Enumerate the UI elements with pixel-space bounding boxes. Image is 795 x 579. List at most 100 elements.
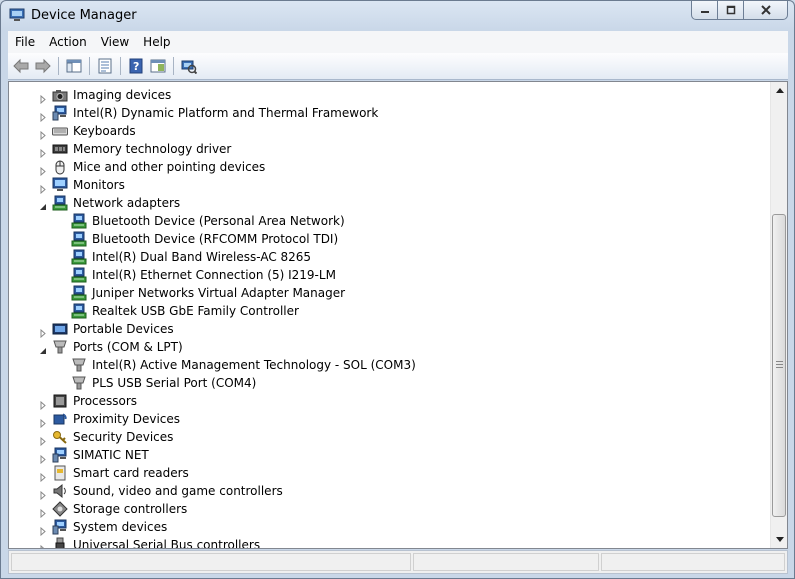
expand-arrow-collapsed-icon[interactable] [39,181,47,195]
tree-item-label: Proximity Devices [73,412,181,426]
expand-arrow-collapsed-icon[interactable] [39,163,47,177]
window-controls [691,1,788,21]
expand-arrow-collapsed-icon[interactable] [39,145,47,159]
toolbar-separator [173,57,174,75]
tree-category[interactable]: Network adapters [9,194,771,212]
menu-help[interactable]: Help [136,31,177,53]
menu-action[interactable]: Action [42,31,94,53]
tree-category[interactable]: Universal Serial Bus controllers [9,536,771,548]
tree-category[interactable]: Processors [9,392,771,411]
update-driver-button[interactable] [147,55,169,77]
scan-hardware-changes-button[interactable] [178,55,200,77]
expand-arrow-collapsed-icon[interactable] [39,415,47,429]
properties-icon [98,58,112,74]
tree-device[interactable]: Bluetooth Device (RFCOMM Protocol TDI) [9,230,771,248]
expand-arrow-collapsed-icon[interactable] [39,109,47,123]
tree-item-label: Bluetooth Device (RFCOMM Protocol TDI) [92,232,339,246]
update-driver-icon [150,59,166,73]
tree-item-label: Intel(R) Dynamic Platform and Thermal Fr… [73,106,379,120]
tree-category[interactable]: Smart card readers [9,464,771,483]
status-section [413,553,599,571]
memory-icon [52,141,68,157]
tree-item-label: Sound, video and game controllers [73,484,283,498]
tree-category[interactable]: Monitors [9,176,771,195]
network-adapter-icon [71,267,87,283]
chevron-down-icon [775,537,784,542]
tree-category[interactable]: Ports (COM & LPT) [9,338,771,356]
network-adapter-icon [71,285,87,301]
tree-device[interactable]: Intel(R) Ethernet Connection (5) I219-LM [9,266,771,284]
tree-device[interactable]: Bluetooth Device (Personal Area Network) [9,212,771,230]
expand-arrow-collapsed-icon[interactable] [39,433,47,447]
expand-arrow-collapsed-icon[interactable] [39,451,47,465]
tree-category[interactable]: Proximity Devices [9,410,771,429]
show-hide-console-tree-button[interactable] [63,55,85,77]
scroll-up-button[interactable] [771,82,787,99]
back-button[interactable] [10,55,32,77]
tree-device[interactable]: Intel(R) Dual Band Wireless-AC 8265 [9,248,771,266]
device-tree: Imaging devices Intel(R) Dynamic Platform… [9,86,771,548]
window-title: Device Manager [31,8,137,23]
console-tree-icon [66,59,82,73]
tree-item-label: Network adapters [73,196,181,210]
expand-arrow-expanded-icon[interactable] [39,199,47,210]
tree-category[interactable]: Intel(R) Dynamic Platform and Thermal Fr… [9,104,771,123]
chevron-up-icon [775,88,784,93]
help-button[interactable]: ? [125,55,147,77]
expand-arrow-collapsed-icon[interactable] [39,505,47,519]
scroll-grip-line [776,364,783,365]
scrollbar-thumb[interactable] [772,214,786,517]
menu-view[interactable]: View [94,31,136,53]
smart-card-icon [52,465,68,481]
tree-category[interactable]: SIMATIC NET [9,446,771,465]
toolbar-separator [89,57,90,75]
tree-device[interactable]: Intel(R) Active Management Technology - … [9,356,771,374]
toolbar: ? [8,53,788,80]
expand-arrow-collapsed-icon[interactable] [39,91,47,105]
vertical-scrollbar[interactable] [770,82,787,548]
title-bar[interactable]: Device Manager [1,1,794,31]
processor-icon [52,393,68,409]
device-manager-window: Device Manager File Action View Help ? I… [0,0,795,579]
expand-arrow-collapsed-icon[interactable] [39,523,47,537]
expand-arrow-collapsed-icon[interactable] [39,127,47,141]
expand-arrow-collapsed-icon[interactable] [39,397,47,411]
tree-category[interactable]: Memory technology driver [9,140,771,159]
forward-button[interactable] [32,55,54,77]
tree-item-label: Security Devices [73,430,174,444]
tree-category[interactable]: Mice and other pointing devices [9,158,771,177]
tree-category[interactable]: System devices [9,518,771,537]
maximize-button[interactable] [718,1,744,20]
properties-button[interactable] [94,55,116,77]
tree-item-label: Intel(R) Active Management Technology - … [92,358,416,372]
tree-device[interactable]: Juniper Networks Virtual Adapter Manager [9,284,771,302]
tree-category[interactable]: Keyboards [9,122,771,141]
tree-device[interactable]: Realtek USB GbE Family Controller [9,302,771,320]
tree-device[interactable]: PLS USB Serial Port (COM4) [9,374,771,392]
expand-arrow-collapsed-icon[interactable] [39,469,47,483]
proximity-icon [52,411,68,427]
tree-category[interactable]: Imaging devices [9,86,771,105]
scroll-down-button[interactable] [771,531,787,548]
tree-item-label: Storage controllers [73,502,188,516]
minimize-button[interactable] [691,1,718,20]
tree-category[interactable]: Storage controllers [9,500,771,519]
tree-item-label: Intel(R) Dual Band Wireless-AC 8265 [92,250,312,264]
expand-arrow-expanded-icon[interactable] [39,343,47,354]
close-icon [760,5,771,15]
tree-category[interactable]: Security Devices [9,428,771,447]
port-icon [52,339,68,355]
tree-category[interactable]: Sound, video and game controllers [9,482,771,501]
expand-arrow-collapsed-icon[interactable] [39,487,47,501]
computer-icon [52,519,68,535]
device-tree-pane[interactable]: Imaging devices Intel(R) Dynamic Platform… [8,81,788,549]
tree-item-label: Ports (COM & LPT) [73,340,183,354]
tree-item-label: Mice and other pointing devices [73,160,266,174]
menu-file[interactable]: File [8,31,42,53]
expand-arrow-collapsed-icon[interactable] [39,325,47,339]
status-bar [8,550,788,574]
computer-icon [52,105,68,121]
close-button[interactable] [744,1,788,20]
tree-category[interactable]: Portable Devices [9,320,771,339]
expand-arrow-collapsed-icon[interactable] [39,541,47,548]
